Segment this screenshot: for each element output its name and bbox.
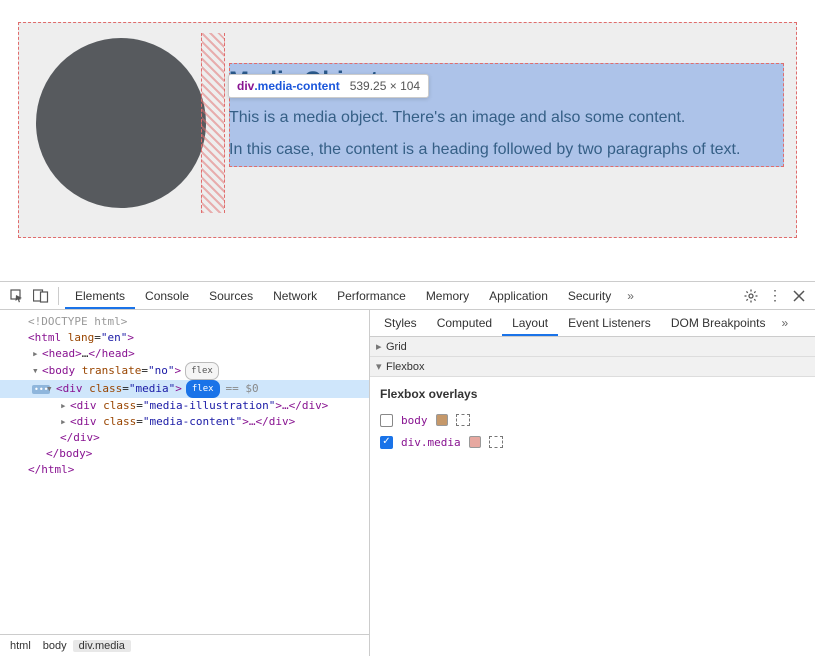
breadcrumb-item[interactable]: html xyxy=(4,640,37,652)
overlay-color-swatch[interactable] xyxy=(436,414,448,426)
section-flexbox-header[interactable]: ▾Flexbox xyxy=(370,357,815,377)
overlay-color-swatch[interactable] xyxy=(469,436,481,448)
close-icon[interactable] xyxy=(789,286,809,306)
sidebar-tab-dombreakpoints[interactable]: DOM Breakpoints xyxy=(661,310,776,337)
tab-memory[interactable]: Memory xyxy=(416,282,479,310)
overlay-pick-icon[interactable] xyxy=(489,436,503,448)
overlay-pick-icon[interactable] xyxy=(456,414,470,426)
tab-application[interactable]: Application xyxy=(479,282,558,310)
inspect-element-icon[interactable] xyxy=(6,285,28,307)
dom-node-selected[interactable]: ▾<div class="media">flex== $0 xyxy=(0,380,369,398)
tooltip-tagname: div xyxy=(237,79,254,93)
section-grid-label: Grid xyxy=(386,341,407,353)
tab-network[interactable]: Network xyxy=(263,282,327,310)
sidebar-tab-eventlisteners[interactable]: Event Listeners xyxy=(558,310,661,337)
dom-tree[interactable]: <!DOCTYPE html> <html lang="en"> ▸<head>… xyxy=(0,310,369,634)
selected-node-ref: == $0 xyxy=(226,382,259,395)
sidebar-tab-computed[interactable]: Computed xyxy=(427,310,502,337)
overlay-row: body xyxy=(380,409,805,431)
tab-security[interactable]: Security xyxy=(558,282,621,310)
inspector-tooltip: div.media-content 539.25 × 104 xyxy=(228,74,429,98)
media-flex-container: Media Object This is a media object. The… xyxy=(18,22,797,238)
tooltip-classname: .media-content xyxy=(254,79,339,93)
overlay-checkbox-checked[interactable] xyxy=(380,436,393,449)
rendered-viewport: Media Object This is a media object. The… xyxy=(0,0,815,282)
viewport-scrollarea[interactable]: Media Object This is a media object. The… xyxy=(0,0,815,281)
tab-elements[interactable]: Elements xyxy=(65,282,135,309)
section-grid-header[interactable]: ▸Grid xyxy=(370,337,815,357)
dom-node[interactable]: </html> xyxy=(0,462,369,478)
tabs-overflow-icon[interactable]: » xyxy=(621,289,640,303)
dom-node[interactable]: </div> xyxy=(0,430,369,446)
flex-badge-active[interactable]: flex xyxy=(186,380,220,398)
devtools-toolbar: Elements Console Sources Network Perform… xyxy=(0,282,815,310)
sidebar-tab-styles[interactable]: Styles xyxy=(374,310,427,337)
media-paragraph: This is a media object. There's an image… xyxy=(229,109,784,127)
devtools-panel: Elements Console Sources Network Perform… xyxy=(0,282,815,656)
overlay-checkbox[interactable] xyxy=(380,414,393,427)
tab-console[interactable]: Console xyxy=(135,282,199,310)
kebab-menu-icon[interactable]: ⋮ xyxy=(765,286,785,306)
media-paragraph: In this case, the content is a heading f… xyxy=(229,141,784,159)
tab-sources[interactable]: Sources xyxy=(199,282,263,310)
devtools-tabs: Elements Console Sources Network Perform… xyxy=(65,282,739,310)
dom-node[interactable]: ▸<div class="media-illustration">…</div> xyxy=(0,398,369,414)
circle-placeholder-icon xyxy=(36,38,206,208)
breadcrumb: html body div.media xyxy=(0,634,369,656)
dom-node[interactable]: ▸<div class="media-content">…</div> xyxy=(0,414,369,430)
flexbox-overlays-heading: Flexbox overlays xyxy=(380,387,805,401)
elements-tree-panel: <!DOCTYPE html> <html lang="en"> ▸<head>… xyxy=(0,310,370,656)
media-illustration xyxy=(31,33,211,213)
dom-node[interactable]: ▸<head>…</head> xyxy=(0,346,369,362)
flexbox-section-body: Flexbox overlays body div.media xyxy=(370,377,815,656)
flex-badge[interactable]: flex xyxy=(185,362,219,380)
sidebar-tab-layout[interactable]: Layout xyxy=(502,310,558,336)
tooltip-dimensions: 539.25 × 104 xyxy=(350,79,420,93)
sidebar-tabs-overflow-icon[interactable]: » xyxy=(776,316,795,330)
sidebar-tabs: Styles Computed Layout Event Listeners D… xyxy=(370,310,815,337)
right-sidebar: Styles Computed Layout Event Listeners D… xyxy=(370,310,815,656)
dom-node[interactable]: ▾<body translate="no">flex xyxy=(0,362,369,380)
tab-performance[interactable]: Performance xyxy=(327,282,416,310)
overlay-selector-label[interactable]: div.media xyxy=(401,436,461,449)
dom-node[interactable]: <!DOCTYPE html> xyxy=(0,314,369,330)
gear-icon[interactable] xyxy=(741,286,761,306)
device-toolbar-icon[interactable] xyxy=(30,285,52,307)
overlay-selector-label[interactable]: body xyxy=(401,414,428,427)
section-flexbox-label: Flexbox xyxy=(386,361,425,373)
dom-node[interactable]: </body> xyxy=(0,446,369,462)
dom-node[interactable]: <html lang="en"> xyxy=(0,330,369,346)
breadcrumb-item[interactable]: body xyxy=(37,640,73,652)
flex-gap-overlay xyxy=(201,33,225,213)
breadcrumb-item-selected[interactable]: div.media xyxy=(73,640,131,652)
overlay-row: div.media xyxy=(380,431,805,453)
